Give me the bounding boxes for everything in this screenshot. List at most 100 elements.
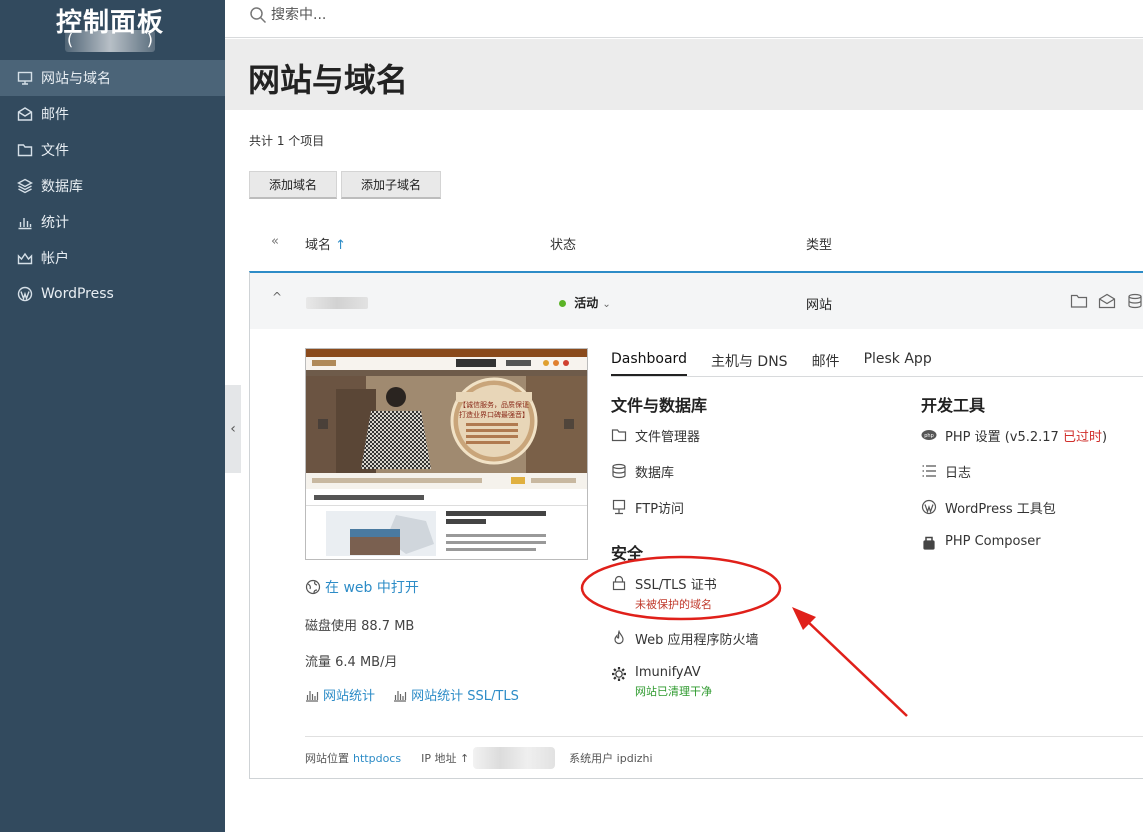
website-preview-thumbnail[interactable]: 【诚信服务，品质保证 打造业界口碑最强音】 [305,348,588,560]
account-icon [17,250,33,266]
sidebar-item-websites-domains[interactable]: 网站与域名 [0,60,225,96]
sidebar-collapse-handle[interactable]: ‹ [225,385,241,473]
databases-link[interactable]: 数据库 [611,462,674,481]
add-domain-button[interactable]: 添加域名 [249,171,337,199]
domain-row[interactable]: ^ 活动 ⌄ 网站 [250,273,1143,329]
website-preview-image: 【诚信服务，品质保证 打造业界口碑最强音】 [306,349,587,559]
tool-label: 数据库 [635,466,675,481]
web-stats-label: 网站统计 [323,689,376,704]
ip-address-redacted [473,747,556,769]
sidebar-item-label: 网站与域名 [41,71,111,87]
sidebar-item-label: 文件 [41,143,69,159]
php-settings-link[interactable]: php PHP 设置 (v5.2.17 已过时) [921,426,1107,445]
domain-name-redacted[interactable] [306,297,368,309]
chevron-down-icon: ⌄ [602,299,611,310]
database-icon [611,463,627,479]
page-title: 网站与域名 [248,61,409,99]
sidebar-item-label: 统计 [41,215,69,231]
sidebar-item-mail[interactable]: 邮件 [0,96,225,132]
row-quick-actions [1070,293,1143,309]
thumbnail-headline-1: 【诚信服务，品质保证 [459,400,529,409]
logs-link[interactable]: 日志 [921,462,971,481]
site-location-label: 网站位置 [305,752,349,765]
globe-icon [305,579,321,599]
search-icon [249,6,267,24]
stats-icon [305,688,319,706]
site-location-link[interactable]: httpdocs [353,752,401,765]
file-manager-link[interactable]: 文件管理器 [611,426,700,445]
add-subdomain-button[interactable]: 添加子域名 [341,171,441,199]
open-in-web-link[interactable]: 在 web 中打开 [305,577,419,599]
folder-icon [17,142,33,158]
php-version-label: PHP 设置 (v5.2.17 [945,430,1063,445]
sidebar-item-label: WordPress [41,286,114,302]
composer-icon [921,535,937,551]
web-stats-ssl-label: 网站统计 SSL/TLS [411,689,519,704]
collapse-all-toggle[interactable]: « [271,234,279,249]
tool-label: 日志 [945,466,972,481]
flame-icon [611,630,627,646]
status-label: 活动 [574,296,599,310]
tool-label: 文件管理器 [635,430,701,445]
database-icon[interactable] [1126,293,1143,309]
web-stats-ssl-link[interactable]: 网站统计 SSL/TLS [393,689,519,704]
sidebar-item-databases[interactable]: 数据库 [0,168,225,204]
php-outdated-badge: 已过时 [1062,430,1102,445]
wordpress-icon [17,286,33,302]
sidebar-item-wordpress[interactable]: WordPress [0,276,225,312]
tool-label: PHP Composer [945,534,1041,549]
column-header-domain[interactable]: 域名 ↑ [305,234,346,253]
sidebar-item-label: 邮件 [41,107,69,123]
stats-icon [393,688,407,706]
top-search-bar [225,0,1143,38]
ftp-icon [611,499,627,515]
wordpress-icon [921,499,937,515]
domain-type: 网站 [806,298,833,313]
lock-icon [611,575,627,591]
tool-label: ImunifyAV [635,665,701,680]
section-files-databases: 文件与数据库 [611,396,708,415]
php-icon: php [921,427,937,443]
item-count: 共计 1 个项目 [249,134,325,148]
imunifyav-link[interactable]: ImunifyAV 网站已清理干净 [611,665,712,699]
double-chevron-up-icon: « [271,234,279,249]
web-application-firewall-link[interactable]: Web 应用程序防火墙 [611,629,758,648]
search-input[interactable] [271,4,671,26]
sidebar-item-files[interactable]: 文件 [0,132,225,168]
web-stats-link[interactable]: 网站统计 [305,689,379,704]
section-security: 安全 [611,544,644,563]
sidebar-item-label: 数据库 [41,179,83,195]
status-dropdown[interactable]: 活动 ⌄ [559,294,611,311]
sidebar-item-account[interactable]: 帐户 [0,240,225,276]
domain-card: ^ 活动 ⌄ 网站 【诚信服务，品质保证 打造业界口碑最强音】 在 web 中打… [249,271,1143,779]
domain-tabs: Dashboard 主机与 DNS 邮件 Plesk App [611,351,1143,377]
sidebar-item-statistics[interactable]: 统计 [0,204,225,240]
tab-plesk-app[interactable]: Plesk App [864,351,932,376]
column-header-status[interactable]: 状态 [550,234,576,253]
tab-mail[interactable]: 邮件 [812,351,840,376]
gear-icon [611,666,627,682]
open-in-web-label: 在 web 中打开 [325,580,419,596]
php-composer-link[interactable]: PHP Composer [921,534,1041,551]
ssl-tls-certificates-link[interactable]: SSL/TLS 证书 未被保护的域名 [611,574,717,612]
footer-divider [305,736,1143,737]
collapse-row-toggle[interactable]: ^ [272,290,282,304]
folder-icon[interactable] [1070,293,1088,309]
traffic: 流量 6.4 MB/月 [305,655,398,670]
list-icon [921,463,937,479]
tab-dashboard[interactable]: Dashboard [611,351,687,376]
svg-text:php: php [924,433,934,439]
tool-label: FTP访问 [635,502,685,517]
wordpress-toolkit-link[interactable]: WordPress 工具包 [921,498,1056,517]
ftp-access-link[interactable]: FTP访问 [611,498,684,517]
logo[interactable]: 控制面板 ( ) [0,0,225,60]
system-user: 系统用户 ipdizhi [569,752,653,765]
mail-icon[interactable] [1098,293,1116,309]
section-dev-tools: 开发工具 [921,396,986,415]
mail-icon [17,106,33,122]
ip-address-label: IP 地址 ↑ [421,752,470,765]
column-header-type[interactable]: 类型 [806,234,832,253]
layers-icon [17,178,33,194]
web-stats-links: 网站统计 网站统计 SSL/TLS [305,685,519,706]
tab-hosting-dns[interactable]: 主机与 DNS [711,351,788,376]
